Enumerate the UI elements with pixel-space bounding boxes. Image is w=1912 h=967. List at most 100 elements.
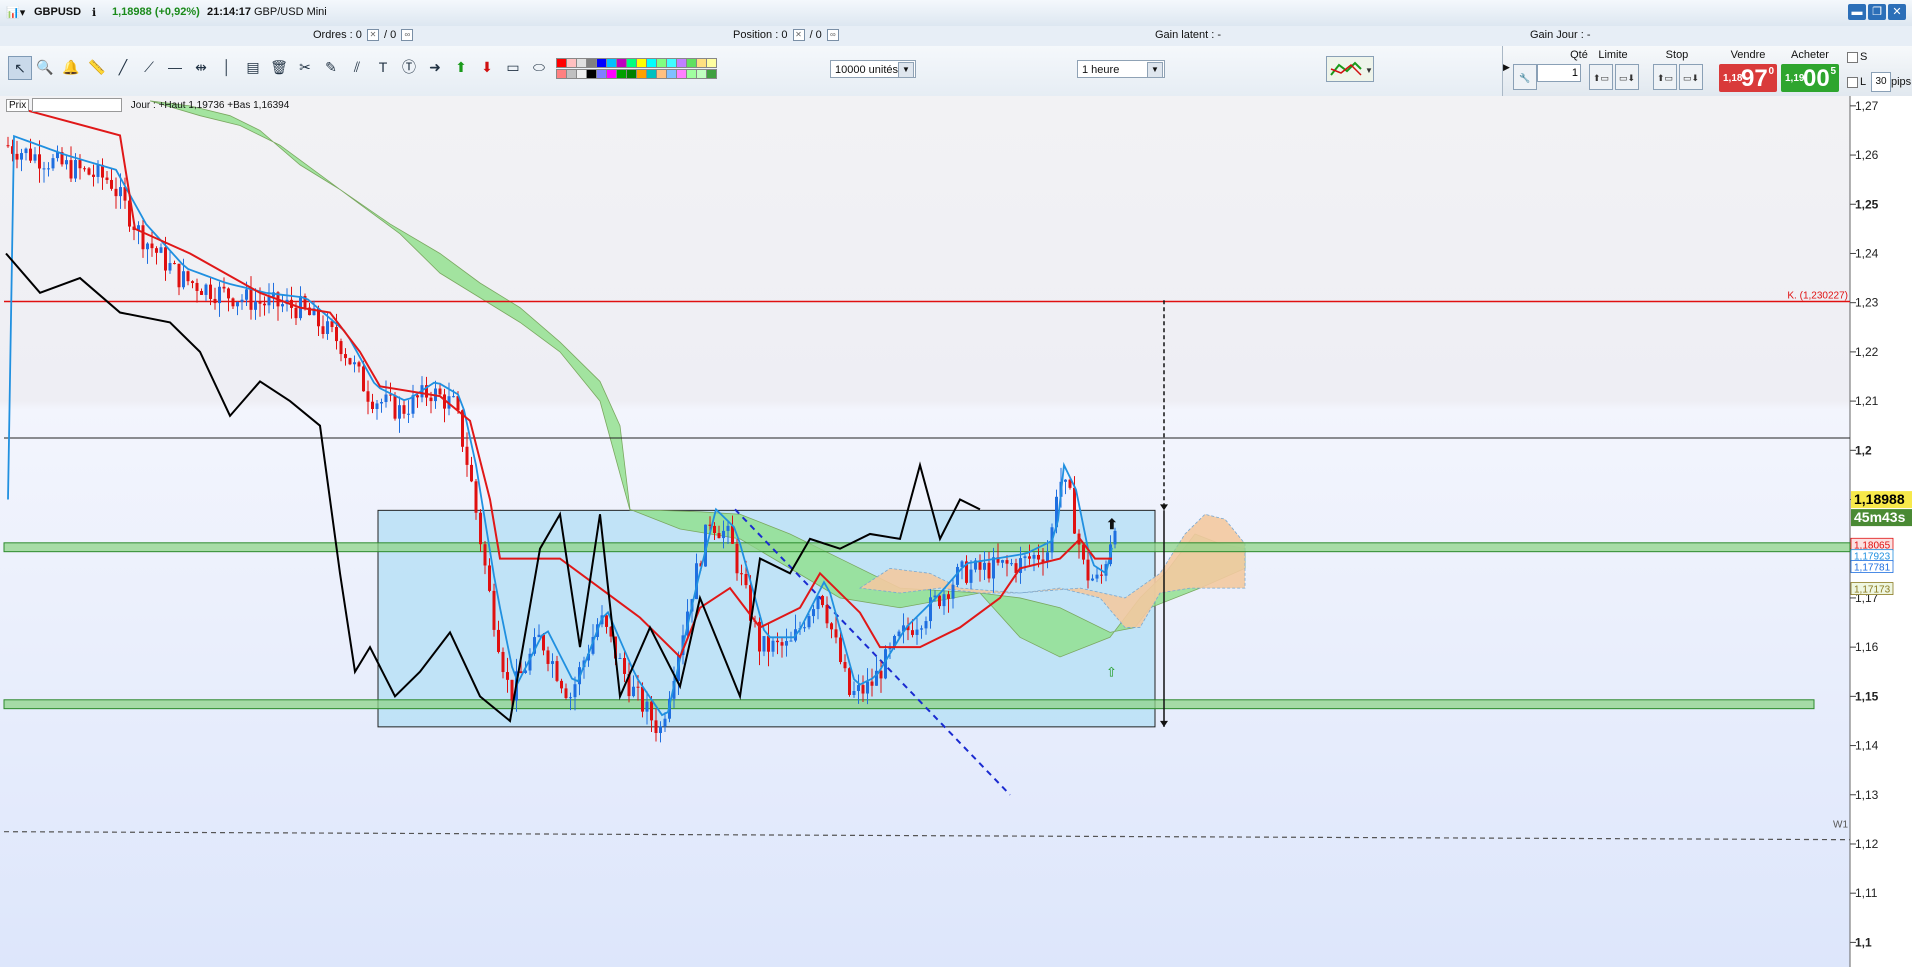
- symbol-name[interactable]: GBPUSD: [34, 6, 81, 18]
- color-swatch[interactable]: [706, 58, 717, 68]
- text-circle-icon[interactable]: Ⓣ: [398, 56, 420, 78]
- candle-body: [384, 394, 388, 403]
- stop-sell-icon[interactable]: ▭⬇: [1679, 64, 1703, 90]
- chart-header-icons[interactable]: [32, 98, 123, 112]
- chart-canvas[interactable]: 1,271,261,251,241,231,221,211,21,191,181…: [0, 96, 1912, 967]
- candle-body: [830, 623, 833, 630]
- candle-body: [605, 615, 608, 627]
- arrow-down-icon[interactable]: ⬇: [476, 56, 498, 78]
- limit-label: Limite: [1598, 49, 1628, 61]
- candle-body: [848, 668, 851, 695]
- support-zone: [3, 699, 1815, 710]
- candle-body: [177, 263, 181, 288]
- pen-icon[interactable]: ✎: [320, 56, 342, 78]
- stop-buy-icon[interactable]: ⬆▭: [1653, 64, 1677, 90]
- candle-body: [366, 391, 370, 402]
- candle-body: [483, 544, 487, 566]
- candle-body: [429, 397, 433, 402]
- candle-body: [105, 177, 109, 180]
- candle-body: [497, 629, 500, 652]
- candle-body: [470, 464, 473, 482]
- close-position-icon[interactable]: ✕: [792, 29, 805, 42]
- candle-body: [326, 321, 329, 334]
- chevron-down-icon[interactable]: ▼: [1147, 62, 1163, 78]
- trash-icon[interactable]: 🗑: [268, 56, 290, 78]
- pips-label: pips: [1891, 76, 1912, 88]
- candle-body: [213, 298, 217, 304]
- settings-wrench-icon[interactable]: 🔧: [1513, 64, 1537, 90]
- indicators-menu-button[interactable]: ▼: [1326, 56, 1374, 82]
- arrow-right-icon[interactable]: ➜: [424, 56, 446, 78]
- horizontal-line-icon[interactable]: ―: [164, 56, 186, 78]
- tools-icon[interactable]: ✂: [294, 56, 316, 78]
- chevron-down-icon[interactable]: ▼: [898, 62, 914, 78]
- qty-input[interactable]: [1537, 64, 1581, 82]
- candle-body: [956, 566, 959, 585]
- buy-label: Acheter: [1791, 49, 1829, 61]
- timeframe-select-value: 1 heure: [1082, 64, 1120, 76]
- position-link-icon[interactable]: ∞: [826, 29, 839, 42]
- candle-body: [267, 296, 271, 306]
- candle-chart-icon[interactable]: 📊▾: [6, 6, 25, 19]
- candle-body: [560, 680, 563, 689]
- pips-input[interactable]: 30: [1871, 72, 1891, 92]
- candle-body: [263, 303, 266, 306]
- color-swatch[interactable]: [706, 69, 717, 79]
- candle-body: [393, 395, 397, 419]
- gain-jour-value: -: [1586, 29, 1591, 41]
- text-icon[interactable]: T: [372, 56, 394, 78]
- candle-body: [348, 358, 352, 365]
- candle-body: [78, 160, 82, 169]
- buy-button[interactable]: 1,19 00 5: [1781, 64, 1839, 92]
- candle-body: [407, 413, 410, 415]
- candle-body: [42, 168, 46, 170]
- vertical-line-icon[interactable]: │: [216, 56, 238, 78]
- pointer-icon[interactable]: ↖: [8, 56, 32, 80]
- arrow-up-icon[interactable]: ⬆: [450, 56, 472, 78]
- sell-price-fraction: 0: [1768, 66, 1774, 77]
- candle-body: [416, 395, 419, 398]
- candle-body: [231, 298, 235, 307]
- ruler-icon[interactable]: 📏: [86, 56, 108, 78]
- price-chart[interactable]: 1,271,261,251,241,231,221,211,21,191,181…: [0, 96, 1912, 967]
- prix-label[interactable]: Prix: [6, 98, 30, 112]
- candle-body: [173, 263, 176, 265]
- candle-body: [1091, 578, 1094, 581]
- horizontal-segment-icon[interactable]: ⇹: [190, 56, 212, 78]
- k-level-label: K. (1,230227): [1787, 291, 1848, 302]
- limit-buy-icon[interactable]: ⬆▭: [1589, 64, 1613, 90]
- sell-button[interactable]: 1,18 97 0: [1719, 64, 1777, 92]
- fib-icon[interactable]: ▤: [242, 56, 264, 78]
- color-palette[interactable]: [556, 58, 717, 82]
- position-label: Position :: [733, 29, 779, 41]
- timeframe-select[interactable]: 1 heure ▼: [1077, 60, 1165, 78]
- y-tick-label: 1,14: [1855, 739, 1879, 753]
- candle-body: [987, 562, 991, 579]
- candle-body: [623, 658, 626, 674]
- y-tick-label: 1,11: [1855, 886, 1878, 900]
- orders-link-icon[interactable]: ∞: [401, 29, 414, 42]
- limit-sell-icon[interactable]: ▭⬇: [1615, 64, 1639, 90]
- ray-icon[interactable]: ⟋: [138, 56, 160, 78]
- side-indicator-label: 1,17781: [1854, 563, 1891, 574]
- restore-button[interactable]: ❐: [1868, 4, 1886, 20]
- zoom-icon[interactable]: 🔍: [34, 56, 56, 78]
- rectangle-icon[interactable]: ▭: [502, 56, 524, 78]
- close-button[interactable]: ✕: [1888, 4, 1906, 20]
- stop-checkbox[interactable]: [1847, 52, 1858, 63]
- panel-collapse-icon[interactable]: ▶: [1503, 62, 1510, 73]
- info-icon[interactable]: ℹ: [92, 6, 96, 19]
- ellipse-icon[interactable]: ⬭: [528, 56, 550, 78]
- units-select[interactable]: 10000 unités ▼: [830, 60, 916, 78]
- line-icon[interactable]: ╱: [112, 56, 134, 78]
- channel-icon[interactable]: ⫽: [346, 56, 368, 78]
- limit-checkbox[interactable]: [1847, 77, 1858, 88]
- candle-body: [1023, 556, 1027, 559]
- cancel-orders-icon[interactable]: ✕: [366, 29, 379, 42]
- candle-body: [488, 565, 491, 591]
- side-indicator-label: 1,17173: [1854, 585, 1891, 596]
- alert-icon[interactable]: 🔔: [60, 56, 82, 78]
- candle-body: [1095, 574, 1099, 579]
- candle-body: [159, 247, 163, 253]
- minimize-button[interactable]: ▬: [1848, 4, 1866, 20]
